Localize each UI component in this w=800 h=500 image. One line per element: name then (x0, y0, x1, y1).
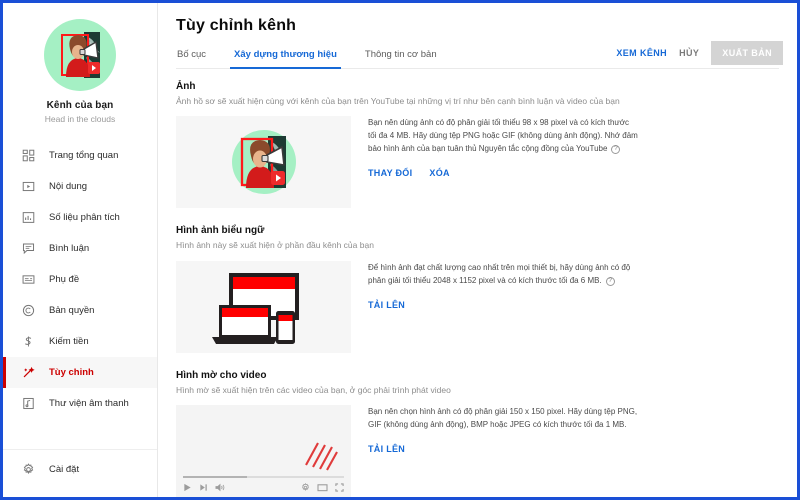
video-progress-bar[interactable] (183, 475, 344, 479)
video-watermark-description: Bạn nên chọn hình ảnh có độ phân giải 15… (368, 407, 638, 430)
woman-with-megaphone-avatar (46, 21, 114, 89)
sidebar-item-label: Thư viện âm thanh (49, 398, 129, 409)
play-icon[interactable] (183, 483, 192, 492)
sidebar-item-label: Trang tổng quan (49, 150, 119, 161)
sidebar-item-analytics[interactable]: Số liệu phân tích (3, 202, 157, 233)
gear-icon[interactable] (301, 482, 310, 492)
sidebar-item-copyright[interactable]: Bản quyền (3, 295, 157, 326)
sidebar-item-dashboard[interactable]: Trang tổng quan (3, 140, 157, 171)
section-title: Ảnh (176, 81, 196, 92)
cancel-button[interactable]: HỦY (679, 48, 699, 58)
video-watermark-links: TẢI LÊN (368, 444, 638, 454)
theater-mode-icon[interactable] (317, 483, 328, 492)
sidebar-item-settings[interactable]: Cài đặt (3, 454, 157, 485)
subtitles-icon (21, 272, 36, 287)
section-profile-picture: Ảnh Ảnh hồ sơ sẽ xuất hiện cùng với kênh… (176, 81, 779, 209)
dollar-monetization-icon (21, 334, 36, 349)
section-banner-image: Hình ảnh biểu ngữ Hình ảnh này sẽ xuất h… (176, 225, 779, 353)
section-title: Hình ảnh biểu ngữ (176, 225, 265, 237)
sidebar-item-label: Kiếm tiền (49, 336, 89, 347)
section-title: Hình mờ cho video (176, 369, 267, 381)
banner-image-links: TẢI LÊN (368, 300, 638, 310)
section-video-watermark: Hình mờ cho video Hình mờ sẽ xuất hiện t… (176, 370, 779, 497)
profile-picture-info: Bạn nên dùng ảnh có độ phân giải tối thi… (368, 116, 638, 208)
sidebar-item-label: Số liệu phân tích (49, 212, 120, 223)
video-player-watermark-preview[interactable] (176, 405, 351, 497)
avatar[interactable] (44, 19, 116, 91)
app-window: Kênh của bạn Head in the clouds Trang tổ… (0, 0, 800, 500)
section-subtitle: Ảnh hồ sơ sẽ xuất hiện cùng với kênh của… (176, 96, 620, 106)
page-title: Tùy chỉnh kênh (176, 17, 297, 34)
video-watermark-info: Bạn nên chọn hình ảnh có độ phân giải 15… (368, 405, 638, 497)
analytics-bar-icon (21, 210, 36, 225)
sidebar-item-label: Cài đặt (49, 464, 80, 475)
sidebar-nav: Trang tổng quan Nội dung Số liệu phân tí… (3, 140, 157, 419)
channel-name: Kênh của bạn (46, 100, 114, 111)
delete-photo-link[interactable]: XÓA (429, 168, 449, 178)
sidebar-item-label: Bình luận (49, 243, 90, 254)
sidebar-item-comments[interactable]: Bình luận (3, 233, 157, 264)
publish-button[interactable]: XUẤT BẢN (711, 41, 783, 65)
channel-tagline: Head in the clouds (44, 114, 116, 124)
tab-basic-info[interactable]: Thông tin cơ bản (364, 49, 438, 68)
profile-photo-preview-art (231, 130, 296, 195)
section-subtitle: Hình ảnh này sẽ xuất hiện ở phần đầu kên… (176, 240, 374, 251)
header-actions: XEM KÊNH HỦY XUẤT BẢN (616, 41, 783, 65)
audio-library-icon (21, 396, 36, 411)
gear-icon (21, 462, 36, 477)
devices-banner-preview-art (211, 272, 299, 344)
comment-icon (21, 241, 36, 256)
profile-picture-links: THAY ĐỔI XÓA (368, 168, 638, 178)
channel-block: Kênh của bạn Head in the clouds (3, 11, 157, 134)
sidebar-item-monetization[interactable]: Kiếm tiền (3, 326, 157, 357)
profile-picture-description: Bạn nên dùng ảnh có độ phân giải tối thi… (368, 118, 638, 155)
view-channel-button[interactable]: XEM KÊNH (616, 48, 667, 58)
banner-image-info: Để hình ảnh đạt chất lượng cao nhất trên… (368, 261, 638, 353)
sidebar-item-label: Nội dung (49, 181, 88, 192)
next-track-icon[interactable] (199, 483, 208, 492)
sidebar-item-customization[interactable]: Tùy chỉnh (3, 357, 157, 388)
main-panel: Tùy chỉnh kênh Bố cục Xây dựng thương hi… (158, 3, 797, 497)
video-player-mock (176, 405, 351, 497)
video-controls (183, 481, 344, 493)
dashboard-icon (21, 148, 36, 163)
page-header: Tùy chỉnh kênh Bố cục Xây dựng thương hi… (158, 3, 797, 69)
profile-photo-preview[interactable] (176, 116, 351, 209)
banner-image-description: Để hình ảnh đạt chất lượng cao nhất trên… (368, 262, 631, 286)
upload-banner-link[interactable]: TẢI LÊN (368, 300, 405, 310)
watermark-placeholder-icon (305, 442, 338, 471)
devices-banner-preview[interactable] (176, 260, 351, 353)
section-subtitle: Hình mờ sẽ xuất hiện trên các video của … (176, 384, 451, 395)
magic-wand-customize-icon (21, 365, 36, 380)
video-progress-fill (183, 475, 248, 479)
video-content-icon (21, 179, 36, 194)
sidebar-item-label: Tùy chỉnh (49, 367, 94, 378)
sidebar: Kênh của bạn Head in the clouds Trang tổ… (3, 3, 158, 497)
tab-layout[interactable]: Bố cục (176, 49, 207, 68)
volume-icon[interactable] (215, 483, 225, 492)
settings-content: Ảnh Ảnh hồ sơ sẽ xuất hiện cùng với kênh… (158, 69, 797, 497)
change-photo-link[interactable]: THAY ĐỔI (368, 168, 412, 178)
sidebar-item-subtitles[interactable]: Phụ đề (3, 264, 157, 295)
sidebar-item-content[interactable]: Nội dung (3, 171, 157, 202)
help-icon[interactable]: ? (605, 276, 615, 286)
help-icon[interactable]: ? (611, 145, 621, 155)
sidebar-item-label: Phụ đề (49, 274, 80, 285)
sidebar-item-audio-library[interactable]: Thư viện âm thanh (3, 388, 157, 419)
copyright-icon (21, 303, 36, 318)
sidebar-bottom: Cài đặt (3, 449, 157, 497)
fullscreen-icon[interactable] (335, 483, 344, 492)
tab-branding[interactable]: Xây dựng thương hiệu (230, 49, 341, 69)
sidebar-item-label: Bản quyền (49, 305, 95, 316)
upload-watermark-link[interactable]: TẢI LÊN (368, 444, 405, 454)
